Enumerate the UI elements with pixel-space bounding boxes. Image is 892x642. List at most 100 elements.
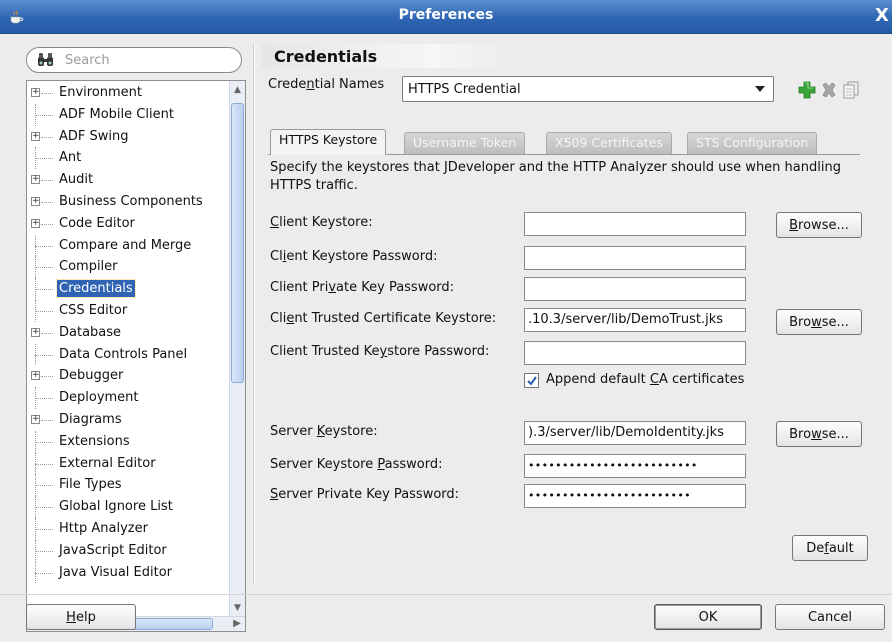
binoculars-icon [37, 52, 55, 68]
tab-https-keystore[interactable]: HTTPS Keystore [270, 129, 387, 155]
credential-names-label: Credential Names [268, 77, 385, 92]
tree-connector [41, 136, 53, 138]
tree-item[interactable]: JavaScript Editor [27, 539, 229, 562]
cancel-button[interactable]: Cancel [775, 604, 885, 630]
credential-names-select[interactable]: HTTPS Credential [402, 76, 774, 102]
tab-username-token[interactable]: Username Token [404, 132, 526, 154]
tree-item-label: Diagrams [59, 411, 122, 427]
tree-item[interactable]: Compare and Merge [27, 234, 229, 257]
search-input[interactable] [63, 51, 233, 69]
client-private-key-password-field[interactable] [524, 277, 746, 301]
client-private-key-password-label: Client Private Key Password: [270, 280, 455, 295]
tree-connector [35, 289, 53, 291]
expand-icon[interactable]: + [31, 175, 40, 185]
tree-item[interactable]: + ADF Swing [27, 126, 229, 148]
add-icon[interactable] [797, 80, 817, 100]
tree-item[interactable]: + Database [27, 322, 229, 344]
tree-item[interactable]: + Environment [27, 82, 229, 104]
server-private-key-password-field[interactable]: •••••••••••••••••••••••• [524, 484, 746, 508]
tree-item[interactable]: External Editor [27, 452, 229, 475]
tree-item-label: Audit [59, 172, 94, 188]
expand-icon[interactable]: + [31, 414, 40, 424]
tree-item[interactable]: Global Ignore List [27, 496, 229, 518]
tree-connector [35, 398, 53, 400]
tree-connector [35, 572, 53, 574]
server-keystore-browse-button[interactable]: Browse... [776, 421, 862, 447]
preferences-tree[interactable]: + Environment ADF Mobile Client + ADF Swing A… [26, 80, 246, 632]
tree-connector [41, 93, 53, 94]
close-icon[interactable]: X [874, 5, 890, 27]
search-box[interactable] [26, 47, 242, 73]
tree-item-label: Environment [59, 85, 143, 100]
title-bar[interactable]: Preferences X [0, 0, 892, 34]
tree-item[interactable]: + Code Editor [27, 213, 229, 235]
tree-item-label: Compare and Merge [59, 237, 192, 253]
tree-item[interactable]: Compiler [27, 256, 229, 279]
scroll-up-icon[interactable]: ▲ [232, 83, 243, 97]
page-title: Credentials [274, 47, 378, 66]
copy-icon[interactable] [841, 80, 861, 100]
scrollbar-thumb[interactable] [231, 103, 244, 383]
tree-item-label: JavaScript Editor [59, 542, 167, 558]
tree-item[interactable]: Extensions [27, 430, 229, 453]
tree-item[interactable]: Ant [27, 147, 229, 170]
tab-x509-certificates[interactable]: X509 Certificates [546, 132, 672, 154]
tree-item-label: Http Analyzer [59, 520, 148, 536]
tree-item-label: ADF Swing [59, 128, 129, 144]
pane-splitter[interactable] [253, 44, 255, 584]
default-button[interactable]: Default [792, 535, 868, 561]
server-keystore-field[interactable]: ).3/server/lib/DemoIdentity.jks [524, 421, 746, 445]
scroll-down-icon[interactable]: ▼ [232, 601, 243, 615]
footer-separator [0, 594, 892, 595]
credential-selected-value: HTTPS Credential [408, 82, 521, 97]
client-keystore-browse-button[interactable]: Browse... [776, 212, 862, 238]
tree-item[interactable]: Http Analyzer [27, 517, 229, 540]
help-button[interactable]: Help [26, 604, 136, 630]
tree-connector [35, 528, 53, 530]
tree-item[interactable]: + Diagrams [27, 409, 229, 431]
tree-item[interactable]: + Audit [27, 169, 229, 191]
tree-item[interactable]: Deployment [27, 387, 229, 409]
client-keystore-field[interactable] [524, 212, 746, 236]
client-trusted-keystore-browse-button[interactable]: Browse... [776, 309, 862, 335]
tree-connector [35, 354, 53, 356]
checkbox-box[interactable] [524, 373, 539, 388]
chevron-down-icon[interactable] [755, 86, 765, 92]
tree-item[interactable]: Data Controls Panel [27, 343, 229, 366]
tree-item-label: Business Components [59, 193, 203, 209]
tree-item-label: Extensions [59, 433, 130, 449]
credential-tabs: HTTPS Keystore Username Token X509 Certi… [270, 128, 850, 155]
tree-connector [41, 419, 53, 421]
tree-connector [35, 507, 53, 509]
delete-icon[interactable] [819, 80, 839, 100]
tree-item[interactable]: + Debugger [27, 365, 229, 387]
expand-icon[interactable]: + [31, 131, 40, 141]
tree-item-label: Compiler [59, 259, 118, 275]
tree-item[interactable]: Credentials [27, 278, 229, 300]
client-trusted-cert-keystore-field[interactable]: .10.3/server/lib/DemoTrust.jks [524, 308, 746, 332]
ok-button[interactable]: OK [654, 604, 762, 630]
expand-icon[interactable]: + [31, 88, 40, 97]
tree-connector [35, 310, 53, 312]
tree-connector [35, 441, 53, 443]
credential-toolbar [797, 80, 877, 100]
expand-icon[interactable]: + [31, 327, 40, 337]
client-trusted-keystore-password-field[interactable] [524, 341, 746, 365]
tree-list: + Environment ADF Mobile Client + ADF Swing A… [27, 81, 229, 617]
tree-item[interactable]: CSS Editor [27, 299, 229, 322]
tree-vertical-scrollbar[interactable]: ▲ ▼ [229, 81, 245, 617]
page-header: Credentials [262, 44, 510, 68]
tree-connector [35, 245, 53, 247]
tree-item-label: Credentials [56, 279, 136, 299]
tree-item[interactable]: File Types [27, 474, 229, 497]
tree-item[interactable]: ADF Mobile Client [27, 103, 229, 126]
server-keystore-password-field[interactable]: ••••••••••••••••••••••••• [524, 454, 746, 478]
scroll-right-icon[interactable]: ▶ [230, 617, 244, 631]
client-keystore-password-field[interactable] [524, 246, 746, 270]
tab-sts-configuration[interactable]: STS Configuration [687, 132, 818, 154]
expand-icon[interactable]: + [31, 371, 40, 381]
tree-item[interactable]: Java Visual Editor [27, 561, 229, 584]
expand-icon[interactable]: + [31, 196, 40, 206]
expand-icon[interactable]: + [31, 218, 40, 228]
tree-item[interactable]: + Business Components [27, 191, 229, 213]
